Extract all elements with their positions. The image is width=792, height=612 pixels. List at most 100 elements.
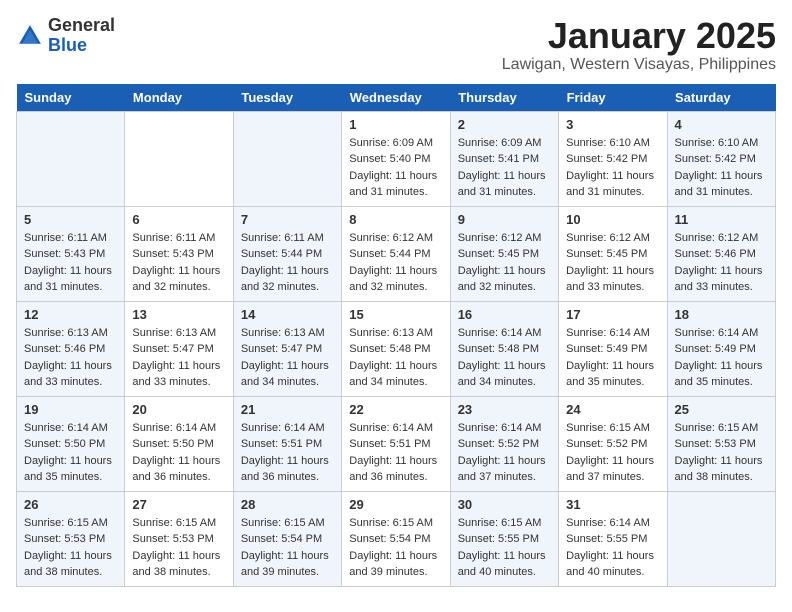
day-number: 11 (675, 212, 768, 227)
day-cell (17, 111, 125, 206)
day-cell: 21 Sunrise: 6:14 AM Sunset: 5:51 PM Dayli… (233, 396, 341, 491)
day-number: 16 (458, 307, 551, 322)
day-cell: 22 Sunrise: 6:14 AM Sunset: 5:51 PM Dayli… (342, 396, 450, 491)
day-cell: 9Sunrise: 6:12 AM Sunset: 5:45 PM Daylig… (450, 206, 558, 301)
day-info: Sunrise: 6:15 AM Sunset: 5:53 PM Dayligh… (132, 515, 225, 581)
day-number: 18 (675, 307, 768, 322)
day-number: 15 (349, 307, 442, 322)
day-cell (233, 111, 341, 206)
day-cell: 31 Sunrise: 6:14 AM Sunset: 5:55 PM Dayli… (559, 491, 667, 586)
calendar-table: SundayMondayTuesdayWednesdayThursdayFrid… (16, 84, 776, 587)
column-header-monday: Monday (125, 84, 233, 112)
day-info: Sunrise: 6:14 AM Sunset: 5:50 PM Dayligh… (24, 420, 117, 486)
day-cell: 29Sunrise: 6:15 AM Sunset: 5:54 PM Dayli… (342, 491, 450, 586)
day-info: Sunrise: 6:14 AM Sunset: 5:55 PM Dayligh… (566, 515, 659, 581)
day-cell: 5 Sunrise: 6:11 AM Sunset: 5:43 PM Daylig… (17, 206, 125, 301)
day-info: Sunrise: 6:13 AM Sunset: 5:47 PM Dayligh… (241, 325, 334, 391)
logo-icon (16, 22, 44, 50)
day-cell: 13 Sunrise: 6:13 AM Sunset: 5:47 PM Dayli… (125, 301, 233, 396)
day-info: Sunrise: 6:14 AM Sunset: 5:51 PM Dayligh… (349, 420, 442, 486)
column-header-wednesday: Wednesday (342, 84, 450, 112)
day-cell: 15 Sunrise: 6:13 AM Sunset: 5:48 PM Dayli… (342, 301, 450, 396)
day-info: Sunrise: 6:14 AM Sunset: 5:51 PM Dayligh… (241, 420, 334, 486)
week-row-5: 26 Sunrise: 6:15 AM Sunset: 5:53 PM Dayli… (17, 491, 776, 586)
day-cell: 14 Sunrise: 6:13 AM Sunset: 5:47 PM Dayli… (233, 301, 341, 396)
location: Lawigan, Western Visayas, Philippines (502, 56, 776, 74)
day-info: Sunrise: 6:11 AM Sunset: 5:44 PM Dayligh… (241, 230, 334, 296)
week-row-1: 1Sunrise: 6:09 AM Sunset: 5:40 PM Daylig… (17, 111, 776, 206)
day-info: Sunrise: 6:09 AM Sunset: 5:41 PM Dayligh… (458, 135, 551, 201)
logo: General Blue (16, 16, 115, 56)
day-cell: 28 Sunrise: 6:15 AM Sunset: 5:54 PM Dayli… (233, 491, 341, 586)
day-cell: 19 Sunrise: 6:14 AM Sunset: 5:50 PM Dayli… (17, 396, 125, 491)
day-number: 13 (132, 307, 225, 322)
day-info: Sunrise: 6:14 AM Sunset: 5:50 PM Dayligh… (132, 420, 225, 486)
day-number: 22 (349, 402, 442, 417)
day-info: Sunrise: 6:13 AM Sunset: 5:47 PM Dayligh… (132, 325, 225, 391)
day-number: 2 (458, 117, 551, 132)
logo-blue: Blue (48, 36, 115, 56)
day-number: 25 (675, 402, 768, 417)
day-cell: 18Sunrise: 6:14 AM Sunset: 5:49 PM Dayli… (667, 301, 775, 396)
day-number: 6 (132, 212, 225, 227)
day-number: 19 (24, 402, 117, 417)
column-header-tuesday: Tuesday (233, 84, 341, 112)
day-number: 12 (24, 307, 117, 322)
day-cell: 12 Sunrise: 6:13 AM Sunset: 5:46 PM Dayli… (17, 301, 125, 396)
day-info: Sunrise: 6:15 AM Sunset: 5:54 PM Dayligh… (349, 515, 442, 581)
day-cell: 25Sunrise: 6:15 AM Sunset: 5:53 PM Dayli… (667, 396, 775, 491)
day-info: Sunrise: 6:14 AM Sunset: 5:48 PM Dayligh… (458, 325, 551, 391)
month-title: January 2025 (502, 16, 776, 56)
week-row-4: 19 Sunrise: 6:14 AM Sunset: 5:50 PM Dayli… (17, 396, 776, 491)
week-row-3: 12 Sunrise: 6:13 AM Sunset: 5:46 PM Dayli… (17, 301, 776, 396)
day-cell: 24Sunrise: 6:15 AM Sunset: 5:52 PM Dayli… (559, 396, 667, 491)
day-info: Sunrise: 6:15 AM Sunset: 5:54 PM Dayligh… (241, 515, 334, 581)
day-info: Sunrise: 6:15 AM Sunset: 5:52 PM Dayligh… (566, 420, 659, 486)
day-info: Sunrise: 6:12 AM Sunset: 5:45 PM Dayligh… (458, 230, 551, 296)
day-cell: 7 Sunrise: 6:11 AM Sunset: 5:44 PM Daylig… (233, 206, 341, 301)
day-cell (667, 491, 775, 586)
logo-general: General (48, 16, 115, 36)
header-row: SundayMondayTuesdayWednesdayThursdayFrid… (17, 84, 776, 112)
column-header-saturday: Saturday (667, 84, 775, 112)
day-info: Sunrise: 6:15 AM Sunset: 5:55 PM Dayligh… (458, 515, 551, 581)
day-number: 4 (675, 117, 768, 132)
day-number: 23 (458, 402, 551, 417)
day-cell: 30 Sunrise: 6:15 AM Sunset: 5:55 PM Dayli… (450, 491, 558, 586)
day-cell: 23Sunrise: 6:14 AM Sunset: 5:52 PM Dayli… (450, 396, 558, 491)
day-info: Sunrise: 6:13 AM Sunset: 5:48 PM Dayligh… (349, 325, 442, 391)
day-cell: 10 Sunrise: 6:12 AM Sunset: 5:45 PM Dayli… (559, 206, 667, 301)
day-cell (125, 111, 233, 206)
day-number: 30 (458, 497, 551, 512)
day-number: 10 (566, 212, 659, 227)
day-info: Sunrise: 6:12 AM Sunset: 5:46 PM Dayligh… (675, 230, 768, 296)
day-info: Sunrise: 6:15 AM Sunset: 5:53 PM Dayligh… (24, 515, 117, 581)
day-number: 7 (241, 212, 334, 227)
day-cell: 17Sunrise: 6:14 AM Sunset: 5:49 PM Dayli… (559, 301, 667, 396)
day-number: 26 (24, 497, 117, 512)
day-cell: 11 Sunrise: 6:12 AM Sunset: 5:46 PM Dayli… (667, 206, 775, 301)
day-cell: 26 Sunrise: 6:15 AM Sunset: 5:53 PM Dayli… (17, 491, 125, 586)
day-info: Sunrise: 6:12 AM Sunset: 5:44 PM Dayligh… (349, 230, 442, 296)
day-number: 8 (349, 212, 442, 227)
day-info: Sunrise: 6:13 AM Sunset: 5:46 PM Dayligh… (24, 325, 117, 391)
day-cell: 27Sunrise: 6:15 AM Sunset: 5:53 PM Dayli… (125, 491, 233, 586)
day-number: 3 (566, 117, 659, 132)
day-cell: 2 Sunrise: 6:09 AM Sunset: 5:41 PM Daylig… (450, 111, 558, 206)
day-info: Sunrise: 6:12 AM Sunset: 5:45 PM Dayligh… (566, 230, 659, 296)
day-number: 31 (566, 497, 659, 512)
title-block: January 2025 Lawigan, Western Visayas, P… (502, 16, 776, 74)
column-header-sunday: Sunday (17, 84, 125, 112)
column-header-thursday: Thursday (450, 84, 558, 112)
week-row-2: 5 Sunrise: 6:11 AM Sunset: 5:43 PM Daylig… (17, 206, 776, 301)
day-cell: 4Sunrise: 6:10 AM Sunset: 5:42 PM Daylig… (667, 111, 775, 206)
day-number: 1 (349, 117, 442, 132)
day-number: 28 (241, 497, 334, 512)
day-info: Sunrise: 6:11 AM Sunset: 5:43 PM Dayligh… (24, 230, 117, 296)
day-number: 14 (241, 307, 334, 322)
day-number: 21 (241, 402, 334, 417)
day-number: 5 (24, 212, 117, 227)
day-cell: 8 Sunrise: 6:12 AM Sunset: 5:44 PM Daylig… (342, 206, 450, 301)
day-info: Sunrise: 6:10 AM Sunset: 5:42 PM Dayligh… (566, 135, 659, 201)
column-header-friday: Friday (559, 84, 667, 112)
